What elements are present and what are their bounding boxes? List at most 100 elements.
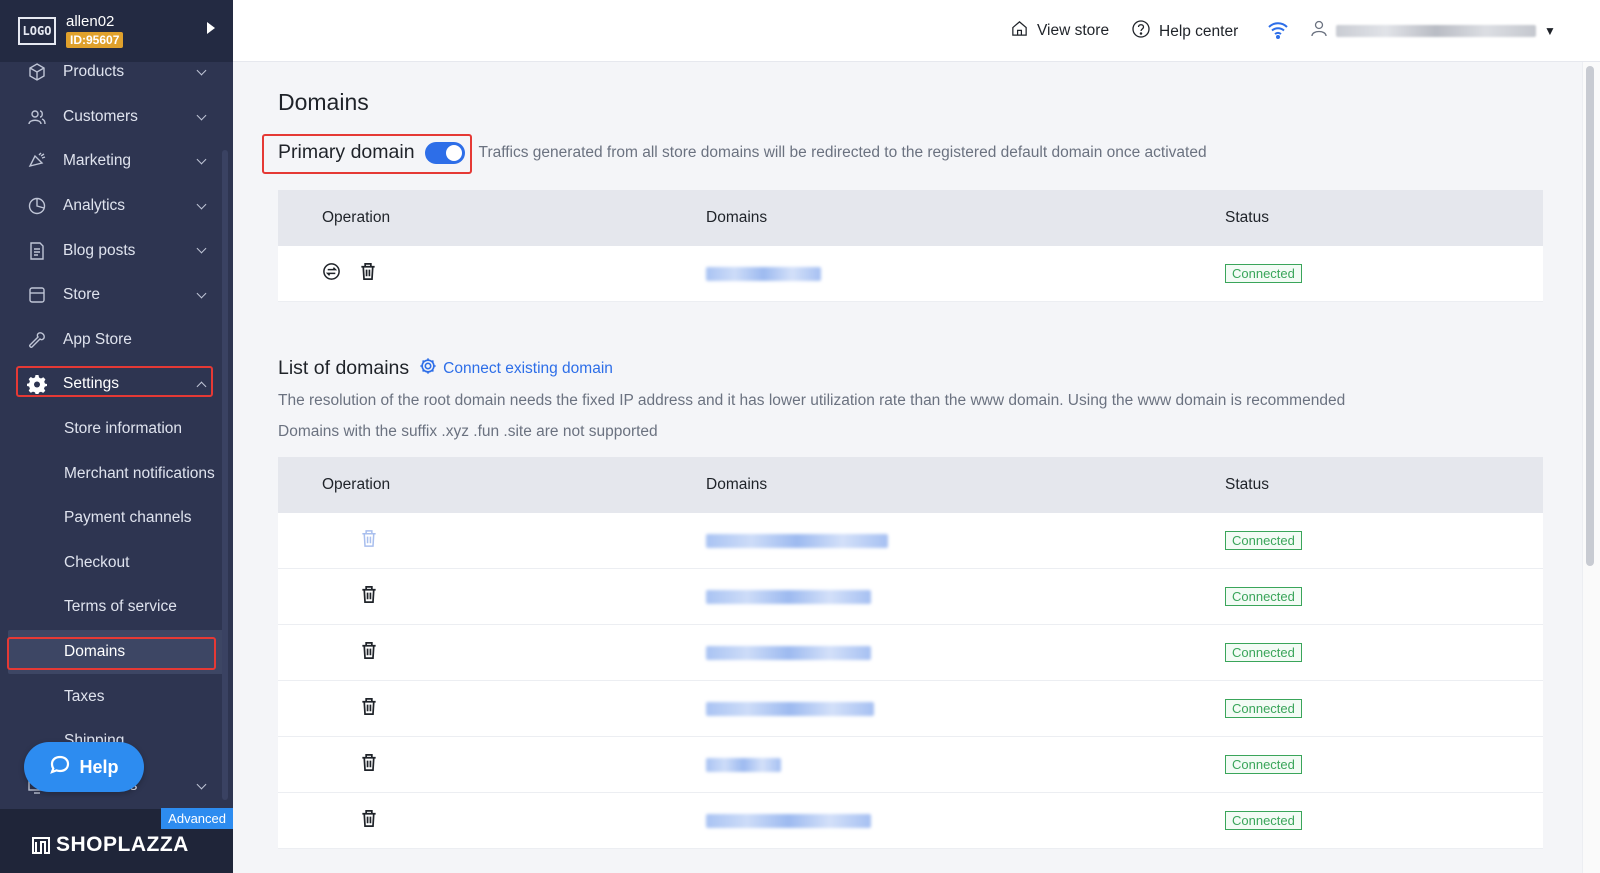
sidebar-item-label: Customers [63,107,138,125]
col-operation: Operation [322,476,391,493]
pie-chart-icon [26,195,48,217]
table-row: Connected [278,625,1543,681]
expand-arrow-icon[interactable] [207,22,215,34]
sidebar-item-analytics[interactable]: Analytics [0,184,233,229]
col-status: Status [1225,209,1269,226]
table-row: Connected [278,793,1543,849]
chevron-up-icon [196,381,207,392]
shoplazza-logo-icon [32,837,50,854]
connect-link-label: Connect existing domain [443,359,613,377]
primary-domain-row: Primary domain Traffics generated from a… [278,141,1207,164]
primary-domain-label: Primary domain [278,141,415,163]
sidebar-item-settings[interactable]: Settings [0,362,233,407]
sidebar-footer: Advanced SHOPLAZZA [0,808,233,873]
table-row: Connected [278,737,1543,793]
account-name: allen02 [66,13,115,30]
domain-name-redacted[interactable] [706,533,888,548]
sidebar-item-products[interactable]: Products [0,50,233,95]
switch-primary-icon[interactable] [322,262,341,286]
sidebar-item-store[interactable]: Store [0,273,233,318]
caret-down-icon: ▼ [1544,23,1556,38]
sidebar-item-label: Blog posts [63,241,136,259]
primary-domain-table: Operation Domains Status Connected [278,190,1543,302]
status-badge: Connected [1225,643,1302,662]
domain-list-table: Operation Domains Status Connected Conne… [278,457,1543,849]
col-domains: Domains [706,476,768,493]
sidebar-subitem-payment-channels[interactable]: Payment channels [0,496,233,541]
gear-icon [419,357,437,380]
home-icon [1010,19,1029,43]
sidebar-scrollbar[interactable] [222,150,228,800]
wrench-icon [26,329,48,351]
user-menu[interactable]: ▼ [1310,19,1556,42]
table-row: Connected [278,569,1543,625]
sidebar-item-app-store[interactable]: App Store [0,318,233,363]
help-button[interactable]: Help [24,742,144,792]
status-badge: Connected [1225,755,1302,774]
trash-icon[interactable] [359,262,377,286]
chevron-down-icon [196,65,207,76]
sidebar-item-label: App Store [63,330,132,348]
status-badge: Connected [1225,699,1302,718]
sidebar-item-label: Analytics [63,197,126,215]
trash-icon[interactable] [360,585,378,609]
chevron-down-icon [196,154,207,165]
main-content: Domains Primary domain Traffics generate… [233,62,1585,873]
top-bar: View store Help center ▼ [233,0,1600,62]
cube-icon [26,61,48,83]
chevron-down-icon [196,243,207,254]
brand-name: SHOPLAZZA [56,833,189,856]
plan-badge: Advanced [161,808,233,829]
sidebar-item-blog-posts[interactable]: Blog posts [0,228,233,273]
help-center-label: Help center [1159,22,1239,40]
user-icon [1310,19,1328,42]
page-title: Domains [278,89,369,115]
main-scrollbar[interactable] [1586,66,1594,566]
sidebar-subitem-taxes[interactable]: Taxes [0,674,233,719]
help-label: Help [79,756,119,777]
sidebar-item-customers[interactable]: Customers [0,95,233,140]
list-title: List of domains [278,357,410,379]
view-store-link[interactable]: View store [1010,19,1109,43]
list-of-domains-header: List of domains Connect existing domain [278,357,613,380]
store-logo: LOGO [18,17,56,45]
chevron-down-icon [196,110,207,121]
trash-icon[interactable] [360,753,378,777]
primary-domain-toggle[interactable] [424,141,465,164]
chat-bubble-icon [49,754,71,781]
col-domains: Domains [706,209,768,226]
account-info[interactable]: allen02 ID:95607 [66,13,124,49]
trash-icon[interactable] [360,809,378,833]
sidebar-subitem-merchant-notifications[interactable]: Merchant notifications [0,451,233,496]
sidebar-subitem-domains[interactable]: Domains [8,629,225,675]
table-header: Operation Domains Status [278,190,1543,246]
brand-logo: SHOPLAZZA [32,833,189,857]
suffix-note: Domains with the suffix .xyz .fun .site … [278,423,658,440]
domain-name-redacted[interactable] [706,813,871,828]
sidebar-subitem-terms-of-service[interactable]: Terms of service [0,585,233,630]
user-name-redacted [1336,24,1536,37]
domain-name-redacted[interactable] [706,589,871,604]
users-icon [26,106,48,128]
sidebar-subitem-store-information[interactable]: Store information [0,407,233,452]
help-center-link[interactable]: Help center [1131,19,1238,44]
chevron-down-icon [196,199,207,210]
domain-name-redacted[interactable] [706,266,821,281]
domain-name-redacted[interactable] [706,757,781,772]
root-domain-note: The resolution of the root domain needs … [278,392,1346,409]
sidebar-item-marketing[interactable]: Marketing [0,139,233,184]
account-id-badge: ID:95607 [66,32,124,48]
trash-icon[interactable] [360,641,378,665]
sidebar-subitem-checkout[interactable]: Checkout [0,541,233,586]
domain-name-redacted[interactable] [706,645,871,660]
status-badge: Connected [1225,264,1302,283]
sidebar-nav: Products Customers Marketing Analytics B… [0,50,233,808]
sidebar-item-label: Products [63,63,125,81]
wifi-icon [1267,20,1289,40]
trash-icon-disabled [360,529,378,553]
table-row: Connected [278,513,1543,569]
domain-name-redacted[interactable] [706,701,874,716]
trash-icon[interactable] [360,697,378,721]
gear-icon [26,373,48,395]
connect-existing-domain-link[interactable]: Connect existing domain [419,357,613,380]
